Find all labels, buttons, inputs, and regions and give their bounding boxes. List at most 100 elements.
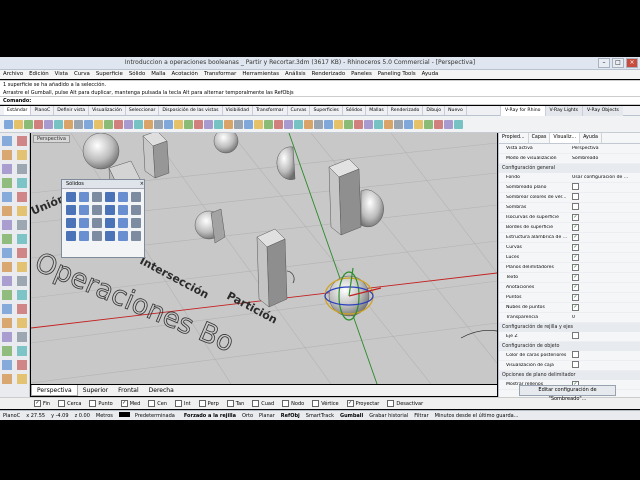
vray-tab-0[interactable]: V-Ray for Rhino bbox=[500, 106, 545, 116]
left-tool-icon[interactable] bbox=[2, 360, 12, 370]
toolbar-tool-icon[interactable] bbox=[54, 119, 63, 129]
toolbar-tool-icon[interactable] bbox=[134, 119, 143, 129]
setting-checkbox[interactable] bbox=[572, 351, 579, 358]
status-toggle-3[interactable]: RefObj bbox=[278, 411, 303, 421]
menu-item-9[interactable]: Herramientas bbox=[242, 70, 279, 79]
osnap-checkbox[interactable]: ✓ bbox=[120, 400, 128, 407]
toolbar-tool-icon[interactable] bbox=[154, 119, 163, 129]
tab-10[interactable]: Sólidos bbox=[343, 106, 367, 115]
left-tool-icon[interactable] bbox=[17, 192, 27, 202]
panel-section-title[interactable]: Configuración general bbox=[499, 164, 640, 173]
panel-section-title[interactable]: Configuración de objeto bbox=[499, 342, 640, 351]
left-tool-icon[interactable] bbox=[2, 276, 12, 286]
menu-item-0[interactable]: Archivo bbox=[3, 70, 23, 79]
solid-tool-icon[interactable] bbox=[131, 218, 141, 228]
setting-checkbox[interactable]: ✓ bbox=[572, 234, 579, 241]
setting-checkbox[interactable]: ✓ bbox=[572, 284, 579, 291]
tab-1[interactable]: PlanoC bbox=[31, 106, 55, 115]
left-tool-icon[interactable] bbox=[17, 374, 27, 384]
toolbar-tool-icon[interactable] bbox=[114, 119, 123, 129]
menu-item-6[interactable]: Malla bbox=[151, 70, 165, 79]
status-toggle-6[interactable]: Grabar historial bbox=[366, 411, 411, 421]
perspective-viewport[interactable]: Unión Intersección Partición Operaciones… bbox=[31, 133, 497, 384]
status-toggle-5[interactable]: Gumball bbox=[337, 411, 366, 421]
toolbar-tool-icon[interactable] bbox=[364, 119, 373, 129]
panel-tab-2[interactable]: Visualiz... bbox=[550, 133, 581, 143]
setting-value[interactable]: 0 bbox=[572, 315, 640, 320]
osnap-11[interactable]: ✓ Proyectar bbox=[346, 400, 379, 407]
toolbar-tool-icon[interactable] bbox=[24, 119, 33, 129]
osnap-checkbox[interactable] bbox=[387, 400, 395, 407]
edit-display-mode-button[interactable]: Editar configuración de "Sombreado"... bbox=[519, 385, 616, 402]
osnap-0[interactable]: ✓ Fin bbox=[34, 400, 50, 407]
osnap-checkbox[interactable]: ✓ bbox=[346, 400, 354, 407]
solid-tool-icon[interactable] bbox=[92, 218, 102, 228]
osnap-7[interactable]: Tan bbox=[226, 400, 244, 407]
toolbar-tool-icon[interactable] bbox=[84, 119, 93, 129]
solid-tool-icon[interactable] bbox=[66, 192, 76, 202]
vray-tab-1[interactable]: V-Ray Lights bbox=[544, 106, 582, 116]
toolbar-tool-icon[interactable] bbox=[194, 119, 203, 129]
setting-checkbox[interactable] bbox=[572, 193, 579, 200]
menu-item-1[interactable]: Edición bbox=[29, 70, 49, 79]
solids-toolbar[interactable]: Sólidos × bbox=[61, 179, 145, 258]
toolbar-tool-icon[interactable] bbox=[34, 119, 43, 129]
menu-item-11[interactable]: Renderizado bbox=[312, 70, 346, 79]
status-toggle-1[interactable]: Orto bbox=[239, 411, 256, 421]
toolbar-tool-icon[interactable] bbox=[394, 119, 403, 129]
osnap-checkbox[interactable] bbox=[89, 400, 97, 407]
solid-tool-icon[interactable] bbox=[105, 205, 115, 215]
toolbar-tool-icon[interactable] bbox=[304, 119, 313, 129]
setting-checkbox[interactable] bbox=[572, 332, 579, 339]
close-icon[interactable]: × bbox=[140, 180, 144, 188]
tab-14[interactable]: Nuevo bbox=[445, 106, 467, 115]
panel-tab-3[interactable]: Ayuda bbox=[580, 133, 602, 143]
osnap-8[interactable]: Cuad bbox=[252, 400, 274, 407]
left-tool-icon[interactable] bbox=[2, 374, 12, 384]
setting-checkbox[interactable]: ✓ bbox=[572, 214, 579, 221]
osnap-1[interactable]: Cerca bbox=[58, 400, 81, 407]
menu-item-10[interactable]: Análisis bbox=[285, 70, 306, 79]
tab-0[interactable]: Estándar bbox=[4, 106, 32, 115]
menu-item-14[interactable]: Ayuda bbox=[422, 70, 439, 79]
panel-tab-0[interactable]: Propied... bbox=[499, 133, 529, 143]
setting-checkbox[interactable]: ✓ bbox=[572, 224, 579, 231]
toolbar-tool-icon[interactable] bbox=[124, 119, 133, 129]
toolbar-tool-icon[interactable] bbox=[414, 119, 423, 129]
menu-item-5[interactable]: Sólido bbox=[129, 70, 145, 79]
toolbar-tool-icon[interactable] bbox=[374, 119, 383, 129]
toolbar-tool-icon[interactable] bbox=[164, 119, 173, 129]
left-tool-icon[interactable] bbox=[2, 164, 12, 174]
tab-13[interactable]: Dibujo bbox=[423, 106, 446, 115]
setting-value[interactable]: Usar configuración de ... bbox=[572, 175, 640, 180]
left-tool-icon[interactable] bbox=[2, 220, 12, 230]
status-toggle-4[interactable]: SmartTrack bbox=[303, 411, 337, 421]
left-tool-icon[interactable] bbox=[17, 276, 27, 286]
left-tool-icon[interactable] bbox=[17, 360, 27, 370]
toolbar-tool-icon[interactable] bbox=[344, 119, 353, 129]
toolbar-tool-icon[interactable] bbox=[4, 119, 13, 129]
toolbar-tool-icon[interactable] bbox=[384, 119, 393, 129]
osnap-checkbox[interactable] bbox=[226, 400, 234, 407]
osnap-checkbox[interactable] bbox=[252, 400, 260, 407]
osnap-checkbox[interactable] bbox=[312, 400, 320, 407]
toolbar-tool-icon[interactable] bbox=[334, 119, 343, 129]
left-tool-icon[interactable] bbox=[17, 290, 27, 300]
toolbar-tool-icon[interactable] bbox=[324, 119, 333, 129]
solid-tool-icon[interactable] bbox=[79, 231, 89, 241]
left-tool-icon[interactable] bbox=[2, 262, 12, 272]
osnap-checkbox[interactable]: ✓ bbox=[34, 400, 41, 407]
command-prompt[interactable]: Comando: bbox=[0, 97, 640, 105]
status-toggle-0[interactable]: Forzado a la rejilla bbox=[181, 411, 239, 421]
viewport-tab-2[interactable]: Frontal bbox=[113, 385, 144, 396]
toolbar-tool-icon[interactable] bbox=[354, 119, 363, 129]
setting-value[interactable]: Sombreado bbox=[572, 156, 640, 161]
menu-item-13[interactable]: Paneling Tools bbox=[378, 70, 416, 79]
toolbar-tool-icon[interactable] bbox=[184, 119, 193, 129]
toolbar-tool-icon[interactable] bbox=[214, 119, 223, 129]
toolbar-tool-icon[interactable] bbox=[294, 119, 303, 129]
toolbar-tool-icon[interactable] bbox=[284, 119, 293, 129]
setting-value[interactable]: Perspectiva bbox=[572, 146, 640, 151]
osnap-5[interactable]: Int bbox=[175, 400, 191, 407]
left-tool-icon[interactable] bbox=[17, 248, 27, 258]
